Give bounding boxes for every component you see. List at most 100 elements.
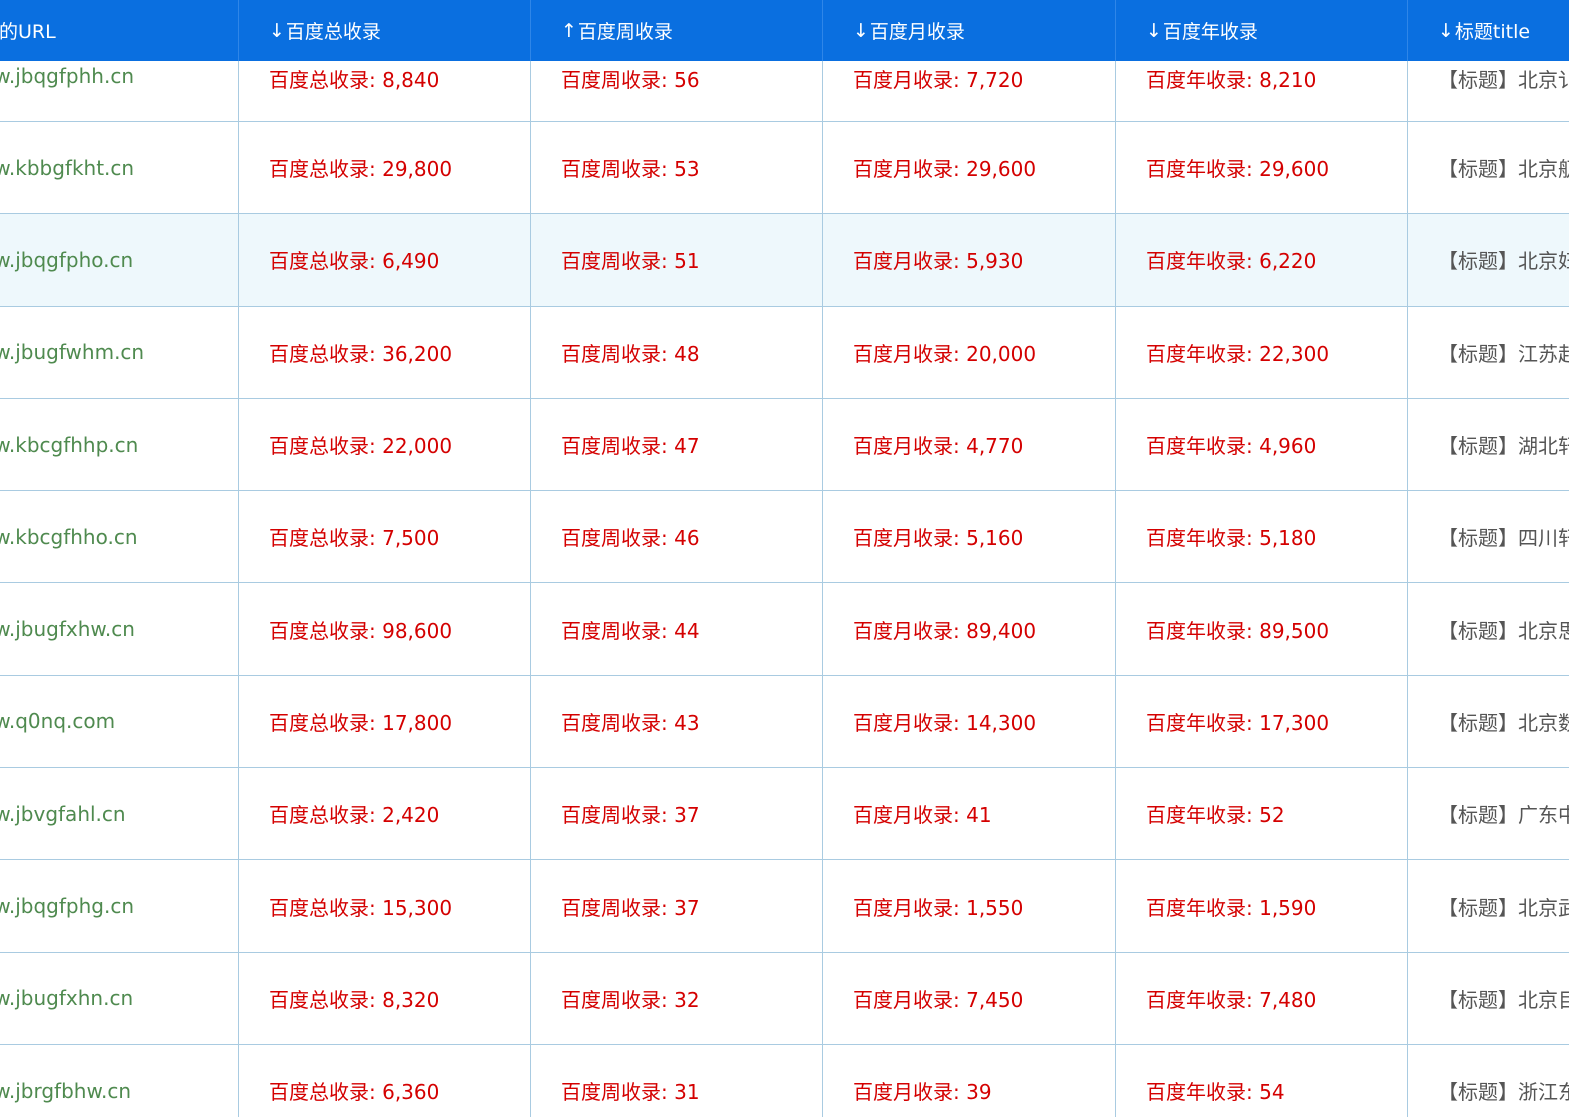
title-cell: 【标题】北京目 (1438, 987, 1569, 1012)
column-header-month-index-label: 百度月收录 (869, 21, 965, 43)
title-cell: 【标题】江苏赴 (1438, 341, 1569, 366)
week-index-cell: 百度周收录: 44 (531, 583, 823, 675)
column-header-title[interactable]: ↓ 标题title (1408, 0, 1569, 61)
column-header-year-index[interactable]: ↓ 百度年收录 (1116, 0, 1408, 61)
month-index-cell: 百度月收录: 7,450 (823, 952, 1116, 1044)
month-index-cell: 百度月收录: 41 (823, 768, 1116, 860)
column-header-week-index-label: 百度周收录 (577, 21, 673, 43)
total-index-cell: 百度总收录: 29,800 (239, 122, 531, 214)
year-index-cell: 百度年收录: 8,210 (1116, 61, 1408, 121)
month-index-cell: 百度月收录: 29,600 (823, 122, 1116, 214)
year-index-cell: 百度年收录: 5,180 (1116, 491, 1408, 583)
total-index-cell: 百度总收录: 7,500 (239, 491, 531, 583)
title-cell: 【标题】北京妇 (1438, 249, 1569, 274)
month-index-cell: 百度月收录: 1,550 (823, 860, 1116, 952)
url-cell[interactable]: ww.kbcgfhhp.cn (0, 398, 239, 491)
month-index-cell: 百度月收录: 39 (823, 1044, 1116, 1117)
month-index-cell: 百度月收录: 7,720 (823, 61, 1116, 121)
table-row: ww.kbcgfhhp.cn百度总收录: 22,000百度周收录: 47百度月收… (0, 398, 1569, 492)
title-cell: 【标题】浙江东 (1438, 1080, 1569, 1105)
week-index-cell: 百度周收录: 53 (531, 122, 823, 214)
total-index-cell: 百度总收录: 8,320 (239, 952, 531, 1044)
url-cell[interactable]: ww.jbrgfbhw.cn (0, 1044, 239, 1117)
total-index-cell: 百度总收录: 98,600 (239, 583, 531, 675)
total-index-cell: 百度总收录: 6,490 (239, 214, 531, 306)
title-cell: 【标题】北京武 (1438, 895, 1569, 920)
week-index-cell: 百度周收录: 37 (531, 860, 823, 952)
column-header-url-label: 询的URL (0, 21, 56, 43)
year-index-cell: 百度年收录: 7,480 (1116, 952, 1408, 1044)
url-cell[interactable]: ww.jbugfxhw.cn (0, 583, 239, 675)
url-cell[interactable]: ww.jbqgfphh.cn (0, 61, 239, 121)
column-header-title-label: 标题title (1454, 21, 1531, 43)
column-header-week-index[interactable]: ↑ 百度周收录 (531, 0, 823, 61)
year-index-cell: 百度年收录: 29,600 (1116, 122, 1408, 214)
month-index-cell: 百度月收录: 5,930 (823, 214, 1116, 306)
table-header: 询的URL ↓ 百度总收录 ↑ 百度周收录 ↓ 百度月收录 ↓ 百度年收录 ↓ … (0, 0, 1569, 61)
table-row: ww.jbqgfphg.cn百度总收录: 15,300百度周收录: 37百度月收… (0, 860, 1569, 953)
sort-arrow-icon: ↓ (269, 19, 285, 42)
month-index-cell: 百度月收录: 20,000 (823, 306, 1116, 398)
week-index-cell: 百度周收录: 46 (531, 491, 823, 583)
url-cell[interactable]: ww.jbugfwhm.cn (0, 306, 239, 398)
week-index-cell: 百度周收录: 37 (531, 768, 823, 860)
url-cell[interactable]: ww.jbqgfpho.cn (0, 214, 239, 306)
total-index-cell: 百度总收录: 22,000 (239, 398, 531, 491)
total-index-cell: 百度总收录: 8,840 (239, 61, 531, 121)
column-header-month-index[interactable]: ↓ 百度月收录 (823, 0, 1116, 61)
week-index-cell: 百度周收录: 43 (531, 675, 823, 768)
table-row: ww.q0nq.com百度总收录: 17,800百度周收录: 43百度月收录: … (0, 675, 1569, 769)
table-row: ww.jbqgfpho.cn百度总收录: 6,490百度周收录: 51百度月收录… (0, 214, 1569, 307)
table-row: ww.jbugfxhn.cn百度总收录: 8,320百度周收录: 32百度月收录… (0, 952, 1569, 1045)
total-index-cell: 百度总收录: 2,420 (239, 768, 531, 860)
total-index-cell: 百度总收录: 17,800 (239, 675, 531, 768)
table-body: ww.jbqgfphh.cn百度总收录: 8,840百度周收录: 56百度月收录… (0, 61, 1569, 1117)
column-header-year-index-label: 百度年收录 (1162, 21, 1258, 43)
week-index-cell: 百度周收录: 51 (531, 214, 823, 306)
total-index-cell: 百度总收录: 36,200 (239, 306, 531, 398)
sort-arrow-icon: ↑ (561, 19, 577, 42)
week-index-cell: 百度周收录: 31 (531, 1044, 823, 1117)
sort-arrow-icon: ↓ (1146, 19, 1162, 42)
year-index-cell: 百度年收录: 17,300 (1116, 675, 1408, 768)
month-index-cell: 百度月收录: 4,770 (823, 398, 1116, 491)
year-index-cell: 百度年收录: 22,300 (1116, 306, 1408, 398)
month-index-cell: 百度月收录: 89,400 (823, 583, 1116, 675)
table-row: ww.jbrgfbhw.cn百度总收录: 6,360百度周收录: 31百度月收录… (0, 1044, 1569, 1117)
table-row: ww.jbqgfphh.cn百度总收录: 8,840百度周收录: 56百度月收录… (0, 61, 1569, 122)
title-cell: 【标题】北京数 (1438, 710, 1569, 735)
table-row: ww.kbbgfkht.cn百度总收录: 29,800百度周收录: 53百度月收… (0, 122, 1569, 215)
title-cell: 【标题】广东中 (1438, 803, 1569, 828)
sort-arrow-icon: ↓ (1438, 19, 1454, 42)
title-cell: 【标题】四川轩 (1438, 526, 1569, 551)
month-index-cell: 百度月收录: 14,300 (823, 675, 1116, 768)
url-cell[interactable]: ww.kbcgfhho.cn (0, 491, 239, 583)
url-cell[interactable]: ww.jbvgfahl.cn (0, 768, 239, 860)
table-row: ww.jbvgfahl.cn百度总收录: 2,420百度周收录: 37百度月收录… (0, 768, 1569, 861)
title-cell: 【标题】北京讠 (1438, 68, 1569, 92)
year-index-cell: 百度年收录: 1,590 (1116, 860, 1408, 952)
url-cell[interactable]: ww.jbugfxhn.cn (0, 952, 239, 1044)
title-cell: 【标题】湖北轩 (1438, 434, 1569, 459)
sort-arrow-icon: ↓ (853, 19, 869, 42)
results-table: 询的URL ↓ 百度总收录 ↑ 百度周收录 ↓ 百度月收录 ↓ 百度年收录 ↓ … (0, 0, 1569, 1117)
column-header-url[interactable]: 询的URL (0, 0, 239, 61)
table-row: ww.kbcgfhho.cn百度总收录: 7,500百度周收录: 46百度月收录… (0, 491, 1569, 584)
title-cell: 【标题】北京舠 (1438, 157, 1569, 182)
week-index-cell: 百度周收录: 48 (531, 306, 823, 398)
year-index-cell: 百度年收录: 54 (1116, 1044, 1408, 1117)
total-index-cell: 百度总收录: 6,360 (239, 1044, 531, 1117)
url-cell[interactable]: ww.q0nq.com (0, 675, 239, 768)
month-index-cell: 百度月收录: 5,160 (823, 491, 1116, 583)
title-cell: 【标题】北京思 (1438, 618, 1569, 643)
column-header-total-index[interactable]: ↓ 百度总收录 (239, 0, 531, 61)
total-index-cell: 百度总收录: 15,300 (239, 860, 531, 952)
year-index-cell: 百度年收录: 89,500 (1116, 583, 1408, 675)
url-cell[interactable]: ww.jbqgfphg.cn (0, 860, 239, 952)
year-index-cell: 百度年收录: 52 (1116, 768, 1408, 860)
table-row: ww.jbugfxhw.cn百度总收录: 98,600百度周收录: 44百度月收… (0, 583, 1569, 676)
week-index-cell: 百度周收录: 47 (531, 398, 823, 491)
week-index-cell: 百度周收录: 32 (531, 952, 823, 1044)
url-cell[interactable]: ww.kbbgfkht.cn (0, 122, 239, 214)
table-row: ww.jbugfwhm.cn百度总收录: 36,200百度周收录: 48百度月收… (0, 306, 1569, 399)
